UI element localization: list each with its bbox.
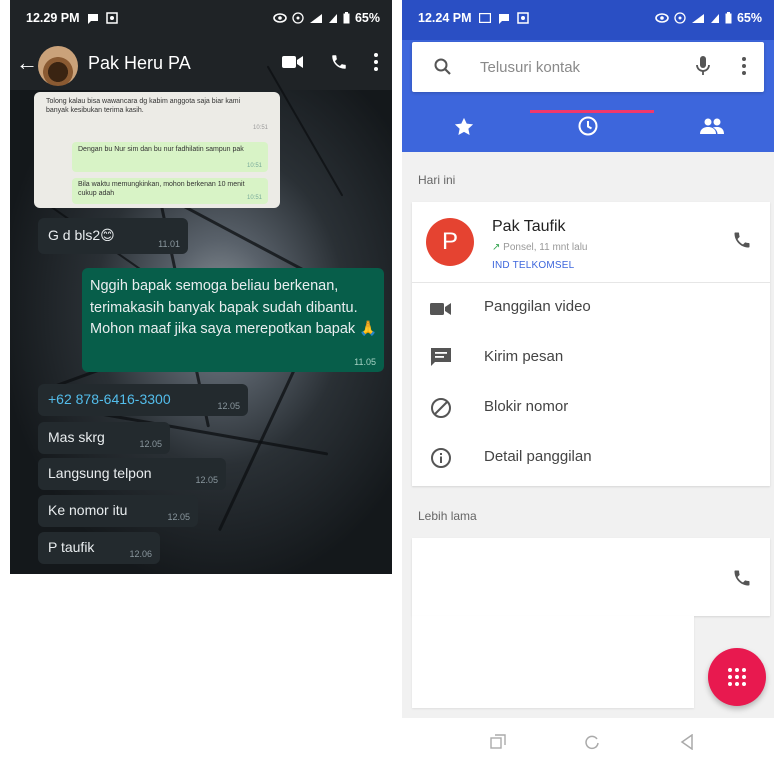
battery-icon <box>343 12 350 24</box>
battery-level: 65% <box>736 11 762 25</box>
chat-notification-icon <box>87 13 98 24</box>
battery-level: 65% <box>354 11 380 25</box>
search-input[interactable] <box>478 52 682 82</box>
message-text: Nggih bapak semoga beliau berkenan, teri… <box>90 278 378 337</box>
quoted-message-2: Dengan bu Nur sim dan bu nur fadhilatin … <box>72 142 268 172</box>
message-text: G d bls2😊 <box>48 227 115 243</box>
phone-icon[interactable] <box>732 230 752 250</box>
call-details: ↗ Ponsel, 11 mnt lalu <box>492 242 588 253</box>
signal-icon <box>309 13 322 23</box>
chat-toolbar: ← Pak Heru PA <box>10 38 392 90</box>
message-notification-icon <box>478 13 491 23</box>
battery-icon <box>725 12 732 24</box>
video-call-icon[interactable] <box>282 55 304 69</box>
section-label-older: Lebih lama <box>418 509 477 523</box>
message-time: 12.05 <box>195 475 218 485</box>
message-text: P taufik <box>48 539 95 555</box>
chat-notification-icon <box>498 13 509 24</box>
action-send-message[interactable]: Kirim pesan <box>412 334 770 384</box>
hotspot-icon <box>674 12 686 24</box>
message-bubble-incoming[interactable]: G d bls2😊 11.01 <box>38 218 188 254</box>
search-bar[interactable] <box>412 42 764 92</box>
mic-icon[interactable] <box>696 56 710 76</box>
star-icon <box>454 117 474 135</box>
outgoing-call-icon: ↗ <box>492 242 501 253</box>
message-time: 11.05 <box>354 357 376 367</box>
signal-2-icon <box>328 13 337 23</box>
active-tab-indicator <box>530 110 654 113</box>
status-bar: 12.24 PM 65% <box>402 0 774 40</box>
videocam-icon <box>430 303 451 315</box>
back-arrow-icon[interactable]: ← <box>16 51 38 75</box>
navigation-bar <box>402 718 774 767</box>
message-time: 12.05 <box>217 401 240 411</box>
message-bubble-incoming[interactable]: Langsung telpon 12.05 <box>38 458 226 490</box>
more-options-icon[interactable] <box>742 57 746 75</box>
call-log-entry[interactable]: P Pak Taufik ↗ Ponsel, 11 mnt lalu IND T… <box>412 202 770 282</box>
older-call-card[interactable] <box>412 538 770 616</box>
back-icon[interactable] <box>680 734 694 750</box>
status-time: 12.29 PM <box>26 11 80 25</box>
message-bubble-outgoing[interactable]: Nggih bapak semoga beliau berkenan, teri… <box>82 268 384 372</box>
carrier-label: IND TELKOMSEL <box>492 260 575 271</box>
contact-name[interactable]: Pak Heru PA <box>88 53 191 74</box>
phone-number-link[interactable]: +62 878-6416-3300 <box>48 391 171 407</box>
status-bar: 12.29 PM 65% <box>10 0 392 38</box>
recent-apps-icon[interactable] <box>490 734 506 750</box>
home-icon[interactable] <box>584 734 600 750</box>
eye-icon <box>655 13 669 23</box>
contact-avatar[interactable]: P <box>426 218 474 266</box>
message-bubble-incoming[interactable]: P taufik 12.06 <box>38 532 160 564</box>
message-icon <box>431 348 451 366</box>
older-call-card-lower <box>412 616 694 708</box>
phone-icon[interactable] <box>732 568 752 588</box>
clock-icon <box>578 116 598 136</box>
section-label-today: Hari ini <box>418 173 456 187</box>
action-video-call[interactable]: Panggilan video <box>412 284 770 334</box>
search-icon[interactable] <box>434 58 452 76</box>
tab-recents[interactable] <box>526 100 650 152</box>
hotspot-icon <box>292 12 304 24</box>
message-text: Langsung telpon <box>48 465 152 481</box>
eye-icon <box>273 13 287 23</box>
tab-contacts[interactable] <box>650 100 774 152</box>
quoted-message-3: Bila waktu memungkinkan, mohon berkenan … <box>72 178 268 204</box>
message-bubble-incoming[interactable]: Ke nomor itu 12.05 <box>38 495 198 527</box>
status-time: 12.24 PM <box>418 11 472 25</box>
message-bubble-incoming[interactable]: Mas skrg 12.05 <box>38 422 170 454</box>
recent-call-card: P Pak Taufik ↗ Ponsel, 11 mnt lalu IND T… <box>412 202 770 486</box>
message-text: Mas skrg <box>48 429 105 445</box>
message-text: Ke nomor itu <box>48 502 128 518</box>
voice-call-icon[interactable] <box>330 53 348 71</box>
block-icon <box>431 398 451 418</box>
quoted-message-1: Tolong kalau bisa wawancara dg kabim ang… <box>46 98 268 131</box>
whatsapp-screen: 12.29 PM 65% ← Pak Heru PA Tolong kalau … <box>10 0 392 574</box>
signal-2-icon <box>710 13 719 23</box>
info-icon <box>431 448 451 468</box>
message-time: 12.06 <box>129 549 152 559</box>
screenshot-icon <box>105 12 118 24</box>
action-call-details[interactable]: Detail panggilan <box>412 434 770 484</box>
message-bubble-incoming[interactable]: +62 878-6416-3300 12.05 <box>38 384 248 416</box>
more-options-icon[interactable] <box>374 53 378 71</box>
message-time: 12.05 <box>139 439 162 449</box>
dialer-tabs <box>402 100 774 152</box>
caller-name: Pak Taufik <box>492 218 566 235</box>
message-time: 11.01 <box>158 239 180 249</box>
dialer-header <box>402 40 774 152</box>
tab-favorites[interactable] <box>402 100 526 152</box>
dialpad-icon <box>728 668 746 686</box>
signal-icon <box>691 13 704 23</box>
message-time: 12.05 <box>167 512 190 522</box>
screenshot-icon <box>516 12 529 24</box>
divider <box>412 282 770 283</box>
people-icon <box>700 118 724 134</box>
contact-avatar[interactable] <box>38 46 78 86</box>
dialer-screen: 12.24 PM 65% Telusuri kontak Hari ini P … <box>402 0 774 767</box>
dialpad-button[interactable] <box>708 648 766 706</box>
action-block-number[interactable]: Blokir nomor <box>412 384 770 434</box>
quoted-messages-image[interactable]: Tolong kalau bisa wawancara dg kabim ang… <box>34 92 280 208</box>
